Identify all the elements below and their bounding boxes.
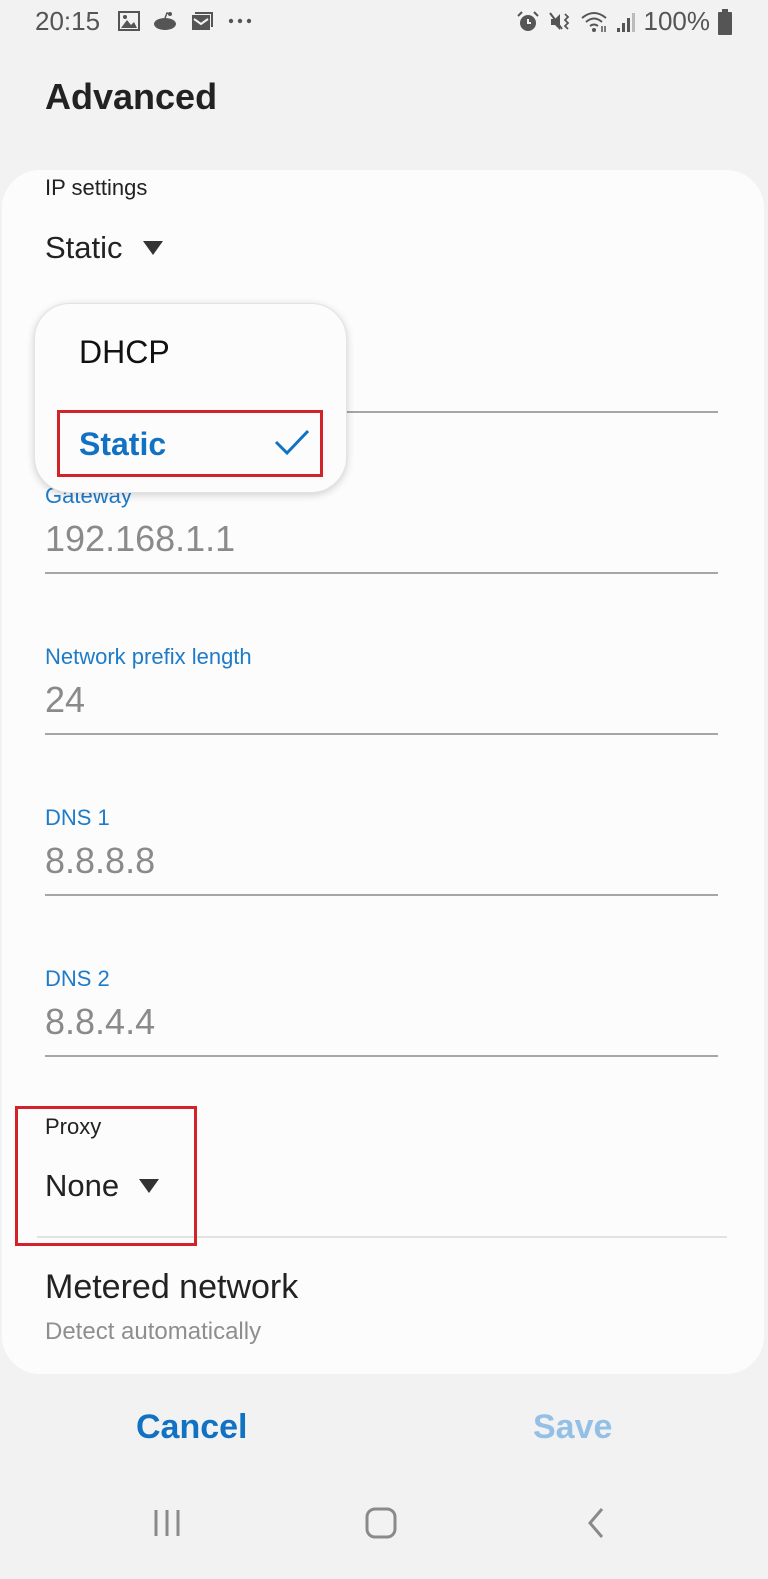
alarm-icon [516, 10, 539, 31]
ip-settings-value: Static [45, 230, 123, 265]
status-time: 20:15 [35, 6, 101, 36]
page-title: Advanced [45, 76, 218, 117]
dns2-label: DNS 2 [45, 966, 110, 991]
metered-network-subtitle: Detect automatically [45, 1318, 262, 1345]
gateway-input[interactable]: 192.168.1.1 [45, 518, 235, 560]
notification-icons [118, 11, 256, 31]
ip-settings-label: IP settings [45, 175, 148, 200]
action-bar: Cancel Save [0, 1400, 768, 1460]
email-icon [192, 12, 213, 30]
navigation-bar [0, 1490, 768, 1560]
prefix-length-input[interactable]: 24 [45, 679, 85, 721]
battery-percent: 100% [643, 6, 711, 36]
metered-network-title: Metered network [45, 1268, 299, 1306]
signal-icon [616, 12, 635, 32]
gallery-icon [118, 11, 140, 31]
reddit-icon [154, 12, 176, 30]
prefix-length-underline [45, 733, 718, 735]
menu-item-dhcp[interactable]: DHCP [79, 334, 170, 371]
dns2-input[interactable]: 8.8.4.4 [45, 1001, 155, 1043]
gateway-underline [45, 572, 718, 574]
prefix-length-label: Network prefix length [45, 644, 252, 669]
system-status: 100% [516, 6, 732, 37]
more-notifications-icon [228, 18, 252, 24]
mute-vibrate-icon [548, 11, 569, 30]
dns1-input[interactable]: 8.8.8.8 [45, 840, 155, 882]
dns1-label: DNS 1 [45, 805, 110, 830]
dns1-underline [45, 894, 718, 896]
dropdown-arrow-icon [142, 241, 163, 255]
cancel-button[interactable]: Cancel [136, 1408, 248, 1447]
dns2-underline [45, 1055, 718, 1057]
battery-icon [718, 8, 732, 35]
ip-settings-dropdown[interactable]: Static [45, 230, 163, 266]
home-icon[interactable] [364, 1506, 398, 1540]
static-highlight-box [57, 410, 323, 477]
proxy-highlight-box [15, 1106, 197, 1246]
back-icon[interactable] [582, 1506, 608, 1540]
recent-apps-icon[interactable] [150, 1506, 186, 1540]
status-bar: 20:15 100% [0, 0, 768, 46]
wifi-icon [580, 11, 607, 32]
save-button[interactable]: Save [533, 1408, 612, 1447]
